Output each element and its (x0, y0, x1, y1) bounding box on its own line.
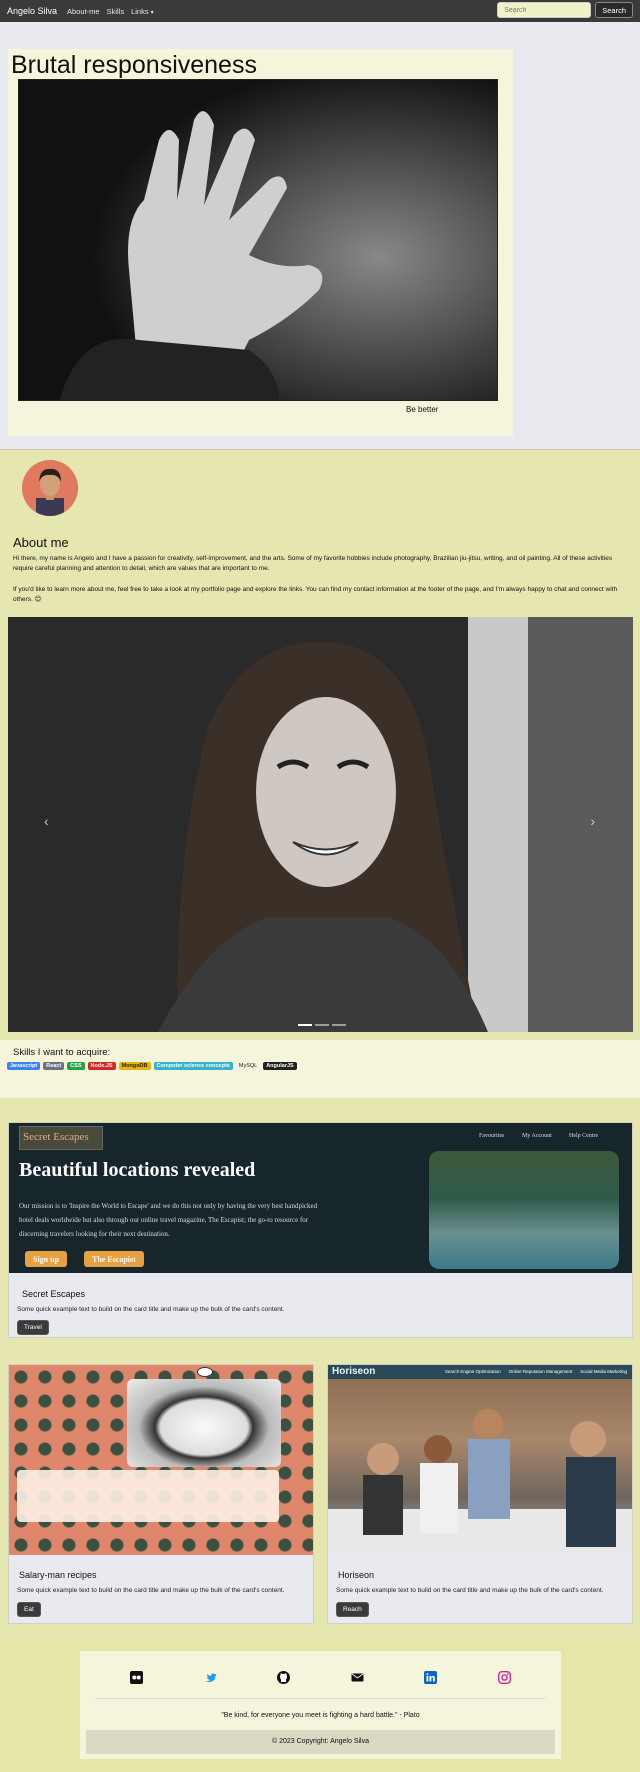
card-title: Secret Escapes (22, 1289, 86, 1299)
hero-section: Brutal responsiveness Be better (0, 22, 640, 450)
github-icon[interactable] (277, 1671, 291, 1684)
carousel-indicator[interactable] (298, 1024, 312, 1026)
about-title: About me (13, 535, 69, 550)
skill-badge: CSS (67, 1062, 85, 1070)
social-links (80, 1670, 561, 1685)
skill-badge: AngularJS (263, 1062, 297, 1070)
skill-badge: MySQL (238, 1063, 258, 1069)
photo-carousel: ‹ › (8, 617, 633, 1032)
nav-link-skills[interactable]: Skills (107, 7, 125, 16)
card-text: Some quick example text to build on the … (17, 1306, 285, 1313)
flickr-icon[interactable] (130, 1671, 144, 1684)
mock-nav-item: Social Media Marketing (580, 1369, 627, 1374)
projects-section: Secret Escapes Favourites My Account Hel… (0, 1098, 640, 1641)
instagram-icon[interactable] (497, 1670, 511, 1685)
mock-logo-icon (197, 1367, 213, 1377)
card-title: Salary-man recipes (19, 1570, 97, 1580)
skill-badge: Computer science concepts (153, 1062, 233, 1070)
mock-nav-item: My Account (522, 1133, 552, 1139)
navbar-brand[interactable]: Angelo Silva (7, 6, 57, 16)
horiseon-screenshot: Horiseon Search Engine Optimization Onli… (328, 1365, 632, 1555)
mock-heading: Beautiful locations revealed (19, 1159, 256, 1181)
linkedin-icon[interactable] (424, 1671, 438, 1684)
mock-escapist-button: The Escapist (84, 1251, 144, 1267)
mock-recipe-panel (17, 1470, 279, 1522)
nav-link-about-me[interactable]: About-me (67, 7, 100, 16)
search-button[interactable]: Search (595, 2, 633, 18)
skill-badge: React (43, 1062, 65, 1070)
card-text: Some quick example text to build on the … (336, 1587, 604, 1594)
carousel-indicators (298, 1024, 346, 1026)
eat-button[interactable]: Eat (17, 1602, 41, 1617)
search-input[interactable] (497, 2, 592, 18)
mock-onigiri-photo (127, 1379, 281, 1467)
travel-button[interactable]: Travel (17, 1320, 49, 1335)
skills-badges: Javascript React CSS Node.JS MongoDB Com… (7, 1062, 297, 1070)
hero-card: Brutal responsiveness Be better (8, 49, 513, 436)
card-text: Some quick example text to build on the … (17, 1587, 285, 1594)
about-paragraph-1: Hi there, my name is Angelo and I have a… (13, 555, 613, 572)
skills-title: Skills I want to acquire: (13, 1047, 111, 1058)
copyright: © 2023 Copyright: Angelo Silva (86, 1730, 555, 1754)
mail-icon[interactable] (351, 1671, 364, 1684)
about-section: About me Hi there, my name is Angelo and… (0, 450, 640, 1040)
mock-meeting-photo (328, 1409, 632, 1555)
footer-divider (95, 1698, 546, 1699)
footer-quote: "Be kind, for everyone you meet is fight… (221, 1712, 420, 1719)
mock-signup-button: Sign up (25, 1251, 68, 1267)
project-card-horiseon: Horiseon Search Engine Optimization Onli… (327, 1364, 633, 1624)
mock-logo: Secret Escapes (19, 1126, 103, 1150)
footer: "Be kind, for everyone you meet is fight… (80, 1651, 561, 1759)
hero-title: Brutal responsiveness (11, 51, 257, 79)
reach-button[interactable]: Reach (336, 1602, 369, 1617)
recipes-screenshot (9, 1365, 313, 1555)
avatar (22, 460, 78, 516)
carousel-prev-icon[interactable]: ‹ (44, 813, 49, 829)
skill-badge: Node.JS (87, 1062, 116, 1070)
skill-badge: MongoDB (118, 1062, 151, 1070)
mock-nav-item: Favourites (479, 1133, 505, 1139)
skill-badge: Javascript (7, 1062, 41, 1070)
mock-logo: Horiseon (332, 1366, 376, 1377)
carousel-slide-image (8, 617, 633, 1032)
hero-caption: Be better (406, 405, 439, 414)
mock-kayak-photo (429, 1151, 619, 1269)
nav-dropdown-links[interactable]: Links ▾ (131, 7, 154, 16)
card-title: Horiseon (338, 1570, 375, 1580)
secret-escapes-screenshot: Secret Escapes Favourites My Account Hel… (9, 1123, 632, 1273)
carousel-indicator[interactable] (315, 1024, 329, 1026)
about-paragraph-2: If you'd like to learn more about me, fe… (13, 586, 618, 603)
carousel-indicator[interactable] (332, 1024, 346, 1026)
mock-paragraph: Our mission is to 'Inspire the World to … (19, 1202, 318, 1238)
project-card-secret-escapes: Secret Escapes Favourites My Account Hel… (8, 1122, 633, 1338)
project-card-recipes: Salary-man recipes Some quick example te… (8, 1364, 314, 1624)
mock-nav-item: Help Centre (569, 1133, 599, 1139)
nav-link-links-label: Links (131, 6, 149, 16)
hero-hand-photo (18, 79, 498, 401)
skills-section: Skills I want to acquire: Javascript Rea… (0, 1040, 640, 1098)
navbar: Angelo Silva About-me Skills Links ▾ Sear… (0, 0, 640, 22)
search-form: Search (497, 2, 633, 18)
mock-nav-item: Online Reputation Management (508, 1369, 573, 1374)
mock-nav-item: Search Engine Optimization (444, 1369, 501, 1374)
caret-down-icon: ▾ (150, 9, 154, 16)
twitter-icon[interactable] (204, 1671, 217, 1684)
carousel-next-icon[interactable]: › (590, 813, 595, 829)
mock-nav: Horiseon Search Engine Optimization Onli… (328, 1365, 632, 1379)
